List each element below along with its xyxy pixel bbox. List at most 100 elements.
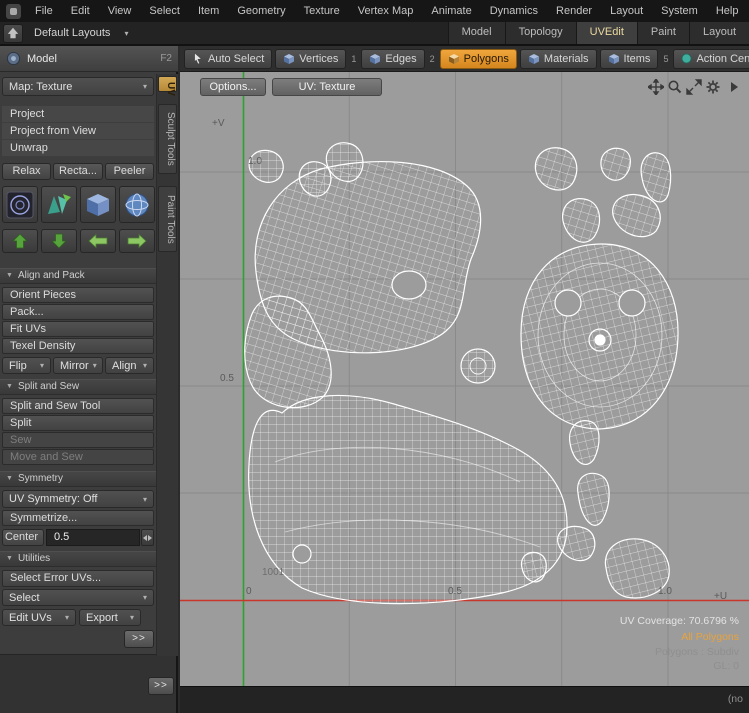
menu-system[interactable]: System: [652, 0, 707, 22]
menu-texture[interactable]: Texture: [295, 0, 349, 22]
chevron-down-icon: ▾: [126, 613, 134, 622]
move-right-button[interactable]: [119, 229, 155, 253]
menu-geometry[interactable]: Geometry: [228, 0, 294, 22]
vertices-mode-button[interactable]: Vertices: [275, 49, 346, 69]
tab-paint[interactable]: Paint: [637, 22, 689, 44]
menu-render[interactable]: Render: [547, 0, 601, 22]
select-label: Select: [9, 592, 40, 604]
options-button[interactable]: Options...: [200, 78, 266, 96]
pan-icon[interactable]: [648, 79, 664, 95]
tab-topology[interactable]: Topology: [505, 22, 576, 44]
vertices-shortcut: 1: [351, 54, 356, 64]
mirror-dropdown[interactable]: Mirror ▾: [53, 357, 103, 374]
panel-header[interactable]: Model F2: [0, 46, 178, 72]
menu-help[interactable]: Help: [707, 0, 748, 22]
tick-bottom-right: 1.0: [658, 586, 672, 597]
spinner-left-icon: [143, 535, 147, 541]
split-button[interactable]: Split: [2, 415, 154, 431]
spinner-right-icon: [148, 535, 152, 541]
uv-island: [578, 473, 610, 525]
uv-island-hole: [293, 545, 311, 563]
move-and-sew-button[interactable]: Move and Sew: [2, 449, 154, 465]
maximize-icon[interactable]: [686, 79, 702, 95]
materials-mode-button[interactable]: Materials: [520, 49, 597, 69]
section-symmetry[interactable]: ▼ Symmetry: [0, 471, 156, 487]
menu-dynamics[interactable]: Dynamics: [481, 0, 547, 22]
tab-uvedit[interactable]: UVEdit: [576, 22, 637, 44]
vtab-sculpt-tools[interactable]: Sculpt Tools: [158, 104, 177, 174]
gear-icon[interactable]: [705, 79, 721, 95]
edit-uvs-label: Edit UVs: [9, 612, 52, 624]
section-align-and-pack[interactable]: ▼ Align and Pack: [0, 268, 156, 284]
sew-button[interactable]: Sew: [2, 432, 154, 448]
tab-layout[interactable]: Layout: [689, 22, 749, 44]
relax-button[interactable]: Relax: [2, 163, 51, 180]
edges-mode-button[interactable]: Edges: [361, 49, 424, 69]
menu-item[interactable]: Item: [189, 0, 228, 22]
menu-file[interactable]: File: [26, 0, 62, 22]
menu-view[interactable]: View: [99, 0, 141, 22]
section-split-and-sew[interactable]: ▼ Split and Sew: [0, 379, 156, 395]
menu-animate[interactable]: Animate: [422, 0, 480, 22]
cmd-project[interactable]: Project: [2, 106, 154, 123]
polygons-mode-button[interactable]: Polygons: [440, 49, 517, 69]
symmetrize-button[interactable]: Symmetrize...: [2, 510, 154, 526]
tick-origin: 0: [246, 586, 252, 597]
vtab-uv[interactable]: UV: [158, 76, 177, 92]
align-dropdown[interactable]: Align ▾: [105, 357, 154, 374]
uv-viewport[interactable]: Options... UV: Texture +V 1.0 0.5 0 0.5 …: [180, 72, 749, 686]
vtab-paint-tools[interactable]: Paint Tools: [158, 186, 177, 252]
zoom-icon[interactable]: [667, 79, 683, 95]
uv-map-selector[interactable]: Map: Texture ▾: [2, 77, 154, 96]
menu-edit[interactable]: Edit: [62, 0, 99, 22]
uv-island-hole: [619, 290, 645, 316]
section-utilities[interactable]: ▼ Utilities: [0, 551, 156, 567]
menu-select[interactable]: Select: [140, 0, 189, 22]
pack-button[interactable]: Pack...: [2, 304, 154, 320]
cube-projection-button[interactable]: [80, 186, 116, 223]
rectangle-button[interactable]: Recta...: [53, 163, 103, 180]
menu-vertex-map[interactable]: Vertex Map: [349, 0, 423, 22]
move-left-button[interactable]: [80, 229, 116, 253]
menu-layout[interactable]: Layout: [601, 0, 652, 22]
viewport-menu-arrow-icon[interactable]: [727, 79, 743, 95]
export-dropdown[interactable]: Export ▾: [79, 609, 141, 626]
expand-panel-button[interactable]: >>: [124, 630, 154, 648]
select-error-uvs-button[interactable]: Select Error UVs...: [2, 570, 154, 587]
cmd-unwrap[interactable]: Unwrap: [2, 140, 154, 157]
green-left-arrow-icon: [88, 233, 108, 249]
chevron-down-icon: ▾: [139, 361, 147, 370]
flip-dropdown[interactable]: Flip ▾: [2, 357, 51, 374]
collapse-arrow-icon: ▼: [6, 472, 13, 486]
expand-lower-button[interactable]: >>: [148, 677, 174, 695]
center-value-field[interactable]: 0.5: [46, 529, 140, 546]
default-layouts-dropdown[interactable]: Default Layouts ▾: [26, 27, 136, 39]
tab-model[interactable]: Model: [448, 22, 505, 44]
texel-density-button[interactable]: Texel Density: [2, 338, 154, 354]
peeler-button[interactable]: Peeler: [105, 163, 154, 180]
uv-island: [613, 195, 661, 237]
collapse-arrow-icon: ▼: [6, 269, 13, 283]
cmd-project-from-view[interactable]: Project from View: [2, 123, 154, 140]
move-up-button[interactable]: [2, 229, 38, 253]
uv-map-tab[interactable]: UV: Texture: [272, 78, 382, 96]
uv-symmetry-dropdown[interactable]: UV Symmetry: Off ▾: [2, 490, 154, 508]
select-dropdown[interactable]: Select ▾: [2, 589, 154, 606]
center-spinner[interactable]: [141, 529, 154, 546]
sphere-projection-button[interactable]: [119, 186, 155, 223]
tick-bottom-mid: 0.5: [448, 586, 462, 597]
action-center-button[interactable]: Action Cen: [673, 49, 749, 69]
edges-cube-icon: [369, 53, 381, 65]
udim-label: 1001: [262, 567, 284, 578]
layout-up-button[interactable]: [3, 24, 23, 43]
uv-projection-tool-button[interactable]: [2, 186, 38, 223]
fit-uvs-button[interactable]: Fit UVs: [2, 321, 154, 337]
unwrap-tool-button[interactable]: [41, 186, 77, 223]
orient-pieces-button[interactable]: Orient Pieces: [2, 287, 154, 303]
face-center-dot: [595, 335, 605, 345]
split-and-sew-tool-button[interactable]: Split and Sew Tool: [2, 398, 154, 414]
items-mode-button[interactable]: Items: [600, 49, 659, 69]
auto-select-button[interactable]: Auto Select: [184, 49, 272, 69]
move-down-button[interactable]: [41, 229, 77, 253]
edit-uvs-dropdown[interactable]: Edit UVs ▾: [2, 609, 76, 626]
